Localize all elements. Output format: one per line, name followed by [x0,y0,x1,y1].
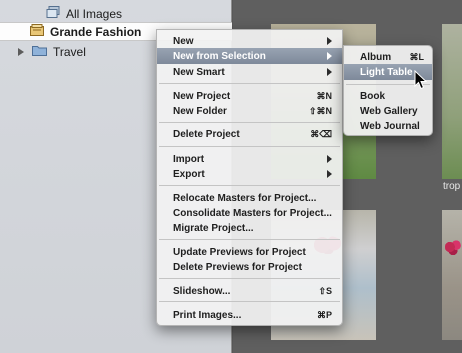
menu-separator [159,122,340,123]
image-thumbnail[interactable] [442,210,462,340]
menu-item-import[interactable]: Import [157,151,342,167]
sidebar-item-label: Grande Fashion [50,24,142,39]
submenu-arrow-icon [327,37,332,45]
menu-separator [159,301,340,302]
menu-item-new-folder[interactable]: New Folder ⇧⌘N [157,103,342,119]
menu-item-new[interactable]: New [157,33,342,49]
image-thumbnail[interactable] [442,24,462,179]
menu-item-relocate-masters[interactable]: Relocate Masters for Project... [157,190,342,206]
submenu-arrow-icon [327,68,332,76]
shortcut-label: ⌘L [409,51,425,62]
menu-separator [159,146,340,147]
menu-item-print-images[interactable]: Print Images... ⌘P [157,307,342,323]
submenu-arrow-icon [327,52,332,60]
mouse-pointer-icon [414,70,428,90]
disclosure-triangle-icon[interactable] [18,47,32,56]
image-stack-icon [46,5,60,22]
menu-item-migrate-project[interactable]: Migrate Project... [157,220,342,236]
project-context-menu: New New from Selection New Smart New Pro… [156,29,343,326]
menu-separator [159,185,340,186]
menu-item-consolidate-masters[interactable]: Consolidate Masters for Project... [157,205,342,221]
menu-item-slideshow[interactable]: Slideshow... ⇧S [157,283,342,299]
submenu-item-web-journal[interactable]: Web Journal [344,118,432,134]
thumbnail-caption: trop [443,181,461,192]
shortcut-label: ⇧⌘N [308,105,332,116]
menu-item-new-from-selection[interactable]: New from Selection [157,48,342,64]
submenu-item-book[interactable]: Book [344,88,432,104]
menu-item-update-previews[interactable]: Update Previews for Project [157,244,342,260]
shortcut-label: ⇧S [318,285,332,296]
folder-icon [32,44,47,59]
menu-item-delete-previews[interactable]: Delete Previews for Project [157,259,342,275]
new-from-selection-submenu: Album ⌘L Light Table Book Web Gallery We… [343,45,433,136]
flowers-photo-detail [445,238,461,256]
submenu-item-web-gallery[interactable]: Web Gallery [344,103,432,119]
sidebar-item-label: Travel [53,44,86,59]
shortcut-label: ⌘⌫ [310,128,332,139]
menu-separator [159,239,340,240]
submenu-arrow-icon [327,170,332,178]
sidebar-item-all-images[interactable]: All Images [0,4,232,23]
menu-item-delete-project[interactable]: Delete Project ⌘⌫ [157,126,342,142]
project-icon [30,24,44,39]
menu-separator [159,278,340,279]
shortcut-label: ⌘P [316,309,332,320]
submenu-item-album[interactable]: Album ⌘L [344,49,432,65]
shortcut-label: ⌘N [316,90,333,101]
sidebar-item-label: All Images [66,6,123,21]
menu-item-new-project[interactable]: New Project ⌘N [157,88,342,104]
submenu-arrow-icon [327,155,332,163]
menu-item-new-smart[interactable]: New Smart [157,64,342,80]
menu-separator [159,83,340,84]
menu-item-export[interactable]: Export [157,166,342,182]
